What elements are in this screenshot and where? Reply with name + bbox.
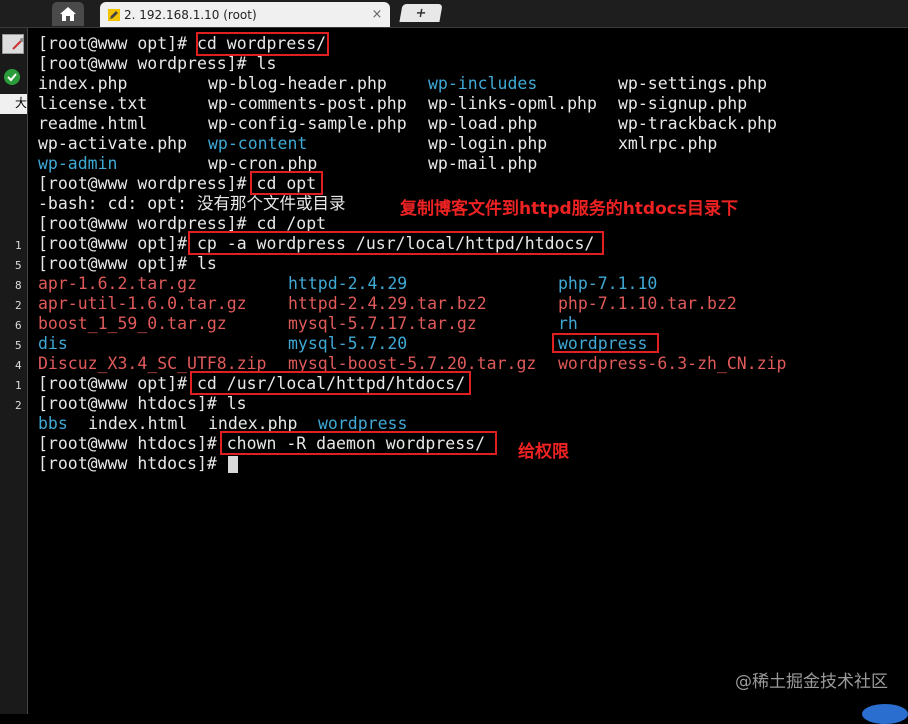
ls-entry-archive: httpd-2.4.29.tar.bz2 <box>288 294 487 313</box>
line-number: 1 <box>15 239 22 252</box>
prompt: [root@www opt]# <box>38 254 197 273</box>
prompt: [root@www wordpress]# <box>38 174 257 193</box>
side-panel: 大 1 5 8 2 6 5 4 1 2 <box>0 28 28 714</box>
ls-entry: license.txt <box>38 94 148 113</box>
highlight-box <box>220 431 497 455</box>
terminal-line: [root@www htdocs]# ls <box>38 394 247 414</box>
ls-entry-dir: wp-content <box>208 134 308 153</box>
terminal-line: [root@www opt]# ls <box>38 254 217 274</box>
ls-entry: wp-links-opml.php <box>428 94 597 113</box>
ls-entry-archive: boost_1_59_0.tar.gz <box>38 314 227 333</box>
line-number: 5 <box>15 259 22 272</box>
prompt: [root@www wordpress]# <box>38 54 257 73</box>
ls-entry: readme.html <box>38 114 148 133</box>
terminal-view[interactable]: [root@www opt]# cd wordpress/ [root@www … <box>28 28 908 714</box>
ls-entry: wp-settings.php <box>618 74 768 93</box>
ls-entry: wp-signup.php <box>618 94 748 113</box>
ls-entry-dir: bbs <box>38 414 68 433</box>
highlight-box <box>190 371 471 395</box>
ls-entry-archive: apr-util-1.6.0.tar.gz <box>38 294 247 313</box>
prompt: [root@www htdocs]# <box>38 434 227 453</box>
prompt: [root@www opt]# <box>38 234 197 253</box>
ls-entry: wp-login.php <box>428 134 548 153</box>
ls-entry: wp-activate.php <box>38 134 188 153</box>
line-number: 2 <box>15 399 22 412</box>
ls-entry-dir: dis <box>38 334 68 353</box>
ls-entry-dir: php-7.1.10 <box>558 274 658 293</box>
annotation-permission: 给权限 <box>518 442 569 462</box>
check-icon <box>4 69 20 85</box>
ls-entry-dir: wp-admin <box>38 154 118 173</box>
ls-entry-dir: httpd-2.4.29 <box>288 274 408 293</box>
new-tab-button[interactable]: + <box>399 4 443 22</box>
ls-entry-archive: apr-1.6.2.tar.gz <box>38 274 197 293</box>
line-number: 1 <box>15 379 22 392</box>
ls-entry-dir: rh <box>558 314 578 333</box>
ls-entry-archive: wordpress-6.3-zh_CN.zip <box>558 354 787 373</box>
text-cursor <box>228 456 238 473</box>
tab-bar: 2. 192.168.1.10 (root) × + <box>0 0 908 28</box>
annotation-copy: 复制博客文件到httpd服务的htdocs目录下 <box>400 199 738 219</box>
highlight-box <box>196 32 329 56</box>
ls-entry: wp-load.php <box>428 114 538 133</box>
ls-entry-dir: wp-includes <box>428 74 538 93</box>
ls-entry-dir: mysql-5.7.20 <box>288 334 408 353</box>
command: ls <box>196 254 217 273</box>
tab-session[interactable]: 2. 192.168.1.10 (root) × <box>100 2 390 27</box>
prompt: [root@www opt]# <box>38 374 197 393</box>
current-prompt-line: [root@www htdocs]# <box>38 454 227 474</box>
line-number: 4 <box>15 359 22 372</box>
line-number: 8 <box>15 279 22 292</box>
ls-entry: wp-comments-post.php <box>208 94 407 113</box>
ls-entry-archive: mysql-5.7.17.tar.gz <box>288 314 477 333</box>
tool-icon[interactable] <box>10 36 26 52</box>
side-panel-label: 大 <box>0 94 27 114</box>
tab-label: 2. 192.168.1.10 (root) <box>124 7 257 22</box>
error-message: -bash: cd: opt: 没有那个文件或目录 <box>38 194 346 213</box>
prompt: [root@www htdocs]# <box>38 454 227 473</box>
command: ls <box>256 54 277 73</box>
ls-entry: wp-blog-header.php <box>208 74 387 93</box>
ls-entry-archive: php-7.1.10.tar.bz2 <box>558 294 737 313</box>
prompt: [root@www opt]# <box>38 34 197 53</box>
command: ls <box>226 394 247 413</box>
watermark: @稀土掘金技术社区 <box>735 672 888 692</box>
ls-entry: wp-config-sample.php <box>208 114 407 133</box>
line-number: 6 <box>15 319 22 332</box>
prompt: [root@www htdocs]# <box>38 394 227 413</box>
close-icon[interactable]: × <box>368 7 386 22</box>
ls-entry: index.php <box>38 74 128 93</box>
line-number: 5 <box>15 339 22 352</box>
session-pencil-icon <box>108 8 120 21</box>
highlight-box <box>250 171 323 195</box>
home-icon <box>60 7 76 21</box>
ls-entry: wp-mail.php <box>428 154 538 173</box>
ls-entry: wp-trackback.php <box>618 114 777 133</box>
corner-badge <box>862 704 908 724</box>
highlight-box <box>188 231 604 255</box>
terminal-line: [root@www wordpress]# ls <box>38 54 276 74</box>
ls-entry: xmlrpc.php <box>618 134 718 153</box>
highlight-box <box>552 333 659 353</box>
ls-entry: index.html <box>88 414 188 433</box>
line-number: 2 <box>15 299 22 312</box>
home-button[interactable] <box>52 2 84 26</box>
